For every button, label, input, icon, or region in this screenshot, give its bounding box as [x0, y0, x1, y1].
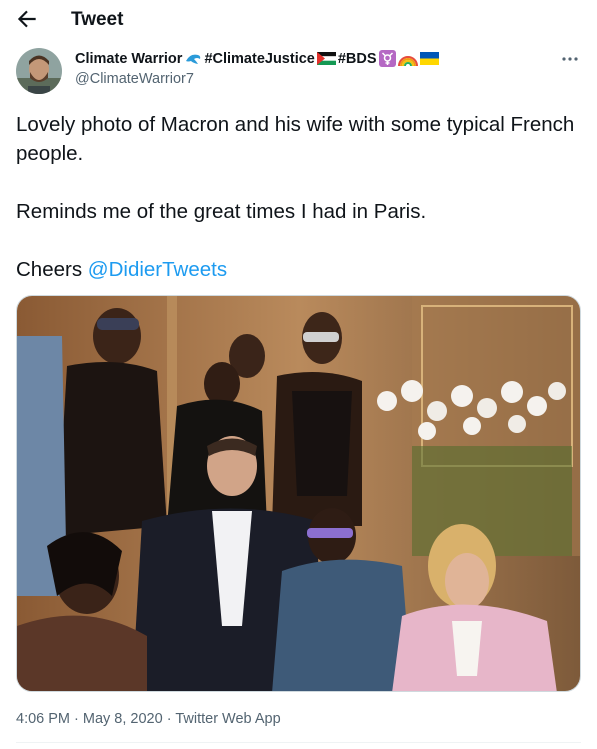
tweet-date[interactable]: May 8, 2020 [83, 711, 163, 727]
rainbow-emoji [397, 55, 418, 66]
divider [16, 742, 581, 743]
hashtag-climate-justice[interactable]: #ClimateJustice [204, 51, 314, 67]
more-horizontal-icon [562, 57, 578, 61]
meta-separator: · [162, 711, 176, 727]
author-name-row[interactable]: Climate Warrior #ClimateJustice #BDS [75, 50, 439, 67]
transgender-symbol-emoji [378, 50, 396, 67]
more-options-button[interactable] [559, 50, 581, 68]
avatar[interactable] [16, 48, 62, 94]
tweet-photo[interactable] [16, 295, 581, 692]
arrow-left-icon [17, 10, 36, 28]
meta-separator: · [70, 711, 83, 727]
hashtag-bds[interactable]: #BDS [338, 51, 377, 67]
tweet-paragraph-2: Reminds me of the great times I had in P… [16, 200, 427, 223]
back-button[interactable] [14, 6, 40, 32]
cheers-text: Cheers [16, 258, 88, 281]
page-title: Tweet [71, 9, 124, 30]
tweet-text: Lovely photo of Macron and his wife with… [16, 110, 581, 284]
mention-link[interactable]: @DidierTweets [88, 258, 227, 281]
tweet-header: Tweet [0, 0, 597, 38]
tweet-author: Climate Warrior #ClimateJustice #BDS @Cl… [16, 46, 581, 96]
tweet-paragraph-1: Lovely photo of Macron and his wife with… [16, 113, 575, 165]
palestine-flag-emoji [316, 52, 336, 65]
tweet-source[interactable]: Twitter Web App [175, 711, 280, 727]
author-handle[interactable]: @ClimateWarrior7 [75, 71, 194, 87]
tweet-time[interactable]: 4:06 PM [16, 711, 70, 727]
dolphin-emoji [186, 54, 201, 64]
tweet-paragraph-3: Cheers @DidierTweets [16, 255, 581, 284]
author-name[interactable]: Climate Warrior [75, 51, 182, 67]
tweet-metadata: 4:06 PM · May 8, 2020 · Twitter Web App [16, 711, 281, 727]
ukraine-flag-emoji [419, 52, 439, 65]
